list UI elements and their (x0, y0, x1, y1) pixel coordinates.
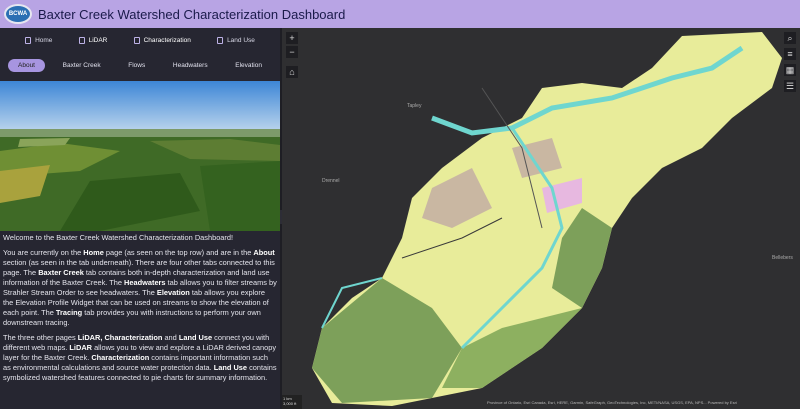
tab-characterization[interactable]: Characterization (133, 37, 191, 44)
pages-paragraph: The three other pages LiDAR, Characteriz… (3, 333, 277, 382)
subtab-headwaters[interactable]: Headwaters (163, 59, 218, 72)
bcwa-logo: BCWA (4, 4, 32, 24)
app-header: BCWA Baxter Creek Watershed Characteriza… (0, 0, 800, 28)
bold-term: Land Use (178, 333, 213, 342)
bold-term: Characterization (91, 353, 150, 362)
search-icon[interactable]: ⌕ (784, 32, 796, 44)
map-view[interactable]: + − ⌂ ⌕ ≡ ▦ ☰ Tapley Drennel Bellebers 1… (282, 28, 800, 409)
bold-term: Tracing (55, 308, 83, 317)
intro-paragraph: You are currently on the Home page (as s… (3, 248, 277, 327)
layers-icon[interactable]: ≡ (784, 48, 796, 60)
page-tabs: Home LiDAR Characterization Land Use (0, 28, 280, 53)
about-text: Welcome to the Baxter Creek Watershed Ch… (0, 231, 280, 409)
app-title: Baxter Creek Watershed Characterization … (38, 6, 346, 22)
section-tabs: About Baxter Creek Flows Headwaters Elev… (0, 53, 280, 77)
page-icon (78, 37, 85, 44)
tab-lidar[interactable]: LiDAR (78, 37, 107, 44)
subtab-flows[interactable]: Flows (118, 59, 155, 72)
subtab-elevation[interactable]: Elevation (225, 59, 272, 72)
page-icon (133, 37, 140, 44)
welcome-text: Welcome to the Baxter Creek Watershed Ch… (3, 233, 234, 242)
basemap-icon[interactable]: ▦ (784, 64, 796, 76)
bold-term: Home (83, 248, 104, 257)
bold-term: LiDAR (69, 343, 93, 352)
tab-land-use[interactable]: Land Use (217, 37, 255, 44)
bold-term: Headwaters (124, 278, 166, 287)
page-icon (25, 37, 32, 44)
map-attribution: Province of Ontario, Esri Canada, Esri, … (487, 400, 737, 405)
bold-term: Baxter Creek (38, 268, 84, 277)
tab-home[interactable]: Home (25, 37, 52, 44)
place-label-tapley: Tapley (407, 103, 422, 109)
zoom-in-button[interactable]: + (286, 32, 298, 44)
subtab-baxter-creek[interactable]: Baxter Creek (53, 59, 111, 72)
place-label-drennel: Drennel (322, 178, 340, 184)
watershed-aerial-photo (0, 81, 280, 231)
left-panel: Home LiDAR Characterization Land Use Abo… (0, 28, 280, 409)
home-icon[interactable]: ⌂ (286, 66, 298, 78)
legend-icon[interactable]: ☰ (784, 80, 796, 92)
bold-term: Land Use (213, 363, 248, 372)
page-icon (217, 37, 224, 44)
bold-term: About (253, 248, 275, 257)
subtab-about[interactable]: About (8, 58, 45, 72)
place-label-bellebers: Bellebers (772, 255, 793, 261)
zoom-out-button[interactable]: − (286, 46, 298, 58)
bold-term: Elevation (156, 288, 190, 297)
bold-term: LiDAR, Characterization (77, 333, 163, 342)
scale-bar: 1 km 3,000 ft (282, 395, 302, 409)
